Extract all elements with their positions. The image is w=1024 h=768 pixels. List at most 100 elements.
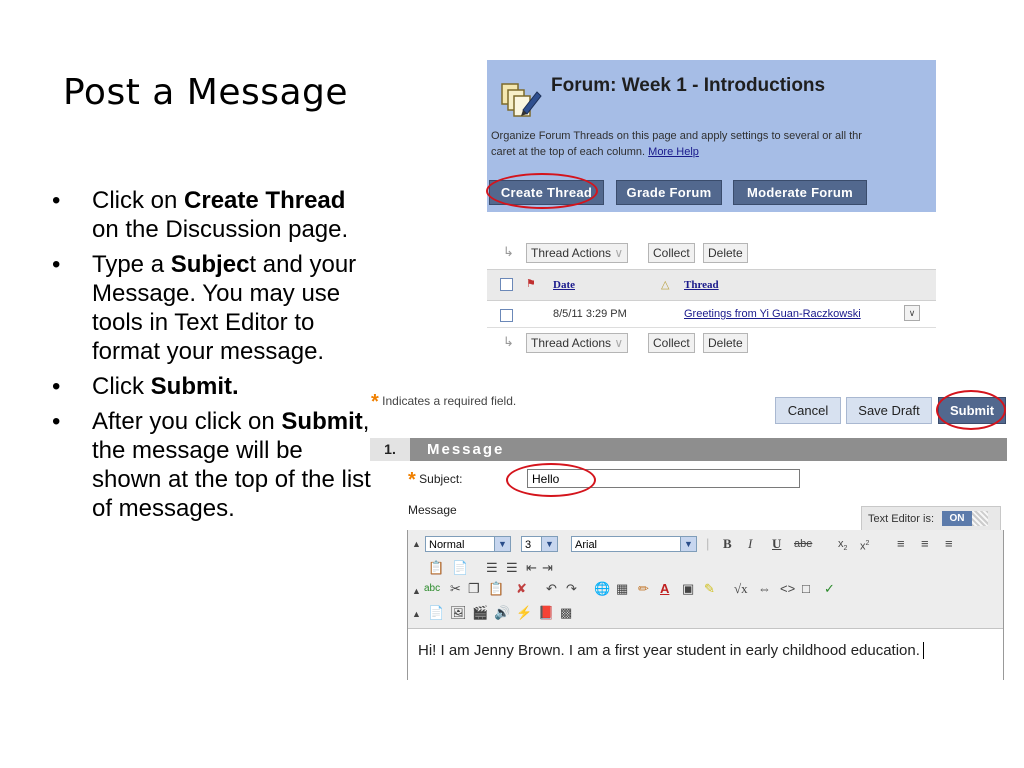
row-checkbox[interactable]: [500, 309, 513, 322]
create-thread-highlight: [486, 173, 598, 209]
pencil-icon[interactable]: ✏: [638, 581, 649, 597]
collapse-arrow-icon[interactable]: ▲: [412, 536, 421, 552]
forum-icon: [501, 83, 542, 117]
more-help-link[interactable]: More Help: [648, 146, 699, 158]
sort-ascending-icon[interactable]: △: [661, 277, 669, 293]
insert-flash-icon[interactable]: ⚡: [516, 605, 532, 621]
toolbar-divider: |: [706, 536, 710, 551]
bold-icon[interactable]: B: [723, 536, 732, 552]
bullet-dot-icon: •: [52, 187, 61, 214]
bullet-text: on the Discussion page.: [92, 216, 349, 243]
format-select[interactable]: Normal ▼: [425, 536, 511, 552]
bullet-text: Click: [92, 373, 151, 400]
flag-icon: ⚑: [526, 278, 536, 290]
spellcheck-icon[interactable]: abc: [424, 581, 440, 597]
forum-description-line2: caret at the top of each column.: [491, 146, 649, 158]
paste-word-icon[interactable]: 📄: [452, 560, 468, 576]
indent-icon[interactable]: ⇥: [542, 560, 553, 576]
highlighter-icon[interactable]: ✎: [704, 581, 715, 597]
required-note: * Indicates a required field.: [371, 391, 517, 413]
undo-icon[interactable]: ↶: [546, 581, 557, 597]
numbered-list-icon[interactable]: ☰: [486, 560, 498, 576]
link-globe-icon[interactable]: 🌐: [594, 581, 610, 597]
insert-media-icon[interactable]: 🎬: [472, 605, 488, 621]
outdent-icon[interactable]: ⇤: [526, 560, 537, 576]
attach-file-icon[interactable]: 📄: [428, 605, 444, 621]
collect-button-bottom[interactable]: Collect: [648, 333, 695, 353]
bullet-text: Submit: [281, 408, 363, 435]
italic-icon[interactable]: I: [748, 536, 752, 552]
copy-icon[interactable]: ❐: [468, 581, 480, 597]
bullet-text: Click on: [92, 187, 185, 214]
thread-actions-dropdown-bottom[interactable]: Thread Actions ∨: [526, 333, 629, 353]
thread-actions-bar-top: ↳ Thread Actions ∨ Collect Delete: [487, 242, 936, 264]
collapse-arrow-icon[interactable]: ▲: [412, 606, 421, 622]
bullet-text: Create Thread: [184, 187, 346, 214]
thread-table: ↳ Thread Actions ∨ Collect Delete ⚑ Date…: [487, 237, 936, 360]
superscript-icon[interactable]: x2: [860, 536, 869, 555]
instruction-bullet: • Type a Subject and your Message. You ma…: [52, 250, 374, 366]
redo-icon[interactable]: ↷: [566, 581, 577, 597]
moderate-forum-button[interactable]: Moderate Forum: [733, 180, 867, 205]
delete-button-top[interactable]: Delete: [703, 243, 748, 263]
align-left-icon[interactable]: ≡: [897, 536, 905, 552]
bullet-text: Submit.: [150, 373, 239, 400]
subscript-icon[interactable]: x2: [838, 536, 847, 557]
strikethrough-icon[interactable]: abe: [794, 536, 812, 552]
insert-image-icon[interactable]: 🖼: [450, 605, 467, 621]
forum-description: Organize Forum Threads on this page and …: [491, 128, 936, 160]
font-size-select[interactable]: 3 ▼: [521, 536, 558, 552]
grade-forum-button[interactable]: Grade Forum: [616, 180, 722, 205]
table-icon[interactable]: ▦: [616, 581, 628, 597]
paste-icon[interactable]: 📋: [428, 560, 444, 576]
html-code-icon[interactable]: <>: [780, 581, 795, 597]
underline-icon[interactable]: U: [772, 536, 781, 552]
forum-description-line1: Organize Forum Threads on this page and …: [491, 130, 862, 142]
insert-pdf-icon[interactable]: 📕: [538, 605, 554, 621]
align-right-icon[interactable]: ≡: [945, 536, 953, 552]
font-family-select[interactable]: Arial ▼: [571, 536, 697, 552]
collapse-arrow-icon[interactable]: ▲: [412, 583, 421, 599]
select-all-checkbox[interactable]: [500, 278, 513, 291]
arrow-down-right-icon: ↳: [503, 244, 514, 259]
bullet-dot-icon: •: [52, 373, 61, 400]
text-editor-off-button[interactable]: [972, 511, 988, 526]
row-thread-link[interactable]: Greetings from Yi Guan-Raczkowski: [684, 308, 861, 320]
subject-label: * Subject:: [408, 469, 463, 491]
instruction-bullet: • Click on Create Thread on the Discussio…: [52, 186, 374, 244]
message-label: Message: [408, 503, 457, 517]
message-section-bar: 1. Message: [370, 438, 1007, 461]
insert-audio-icon[interactable]: 🔊: [494, 605, 510, 621]
delete-button-bottom[interactable]: Delete: [703, 333, 748, 353]
editor-content[interactable]: Hi! I am Jenny Brown. I am a first year …: [418, 642, 924, 659]
instruction-list: • Click on Create Thread on the Discussio…: [52, 186, 374, 529]
slide-title: Post a Message: [63, 72, 349, 113]
mashup-icon[interactable]: ⇔: [758, 581, 771, 597]
text-color-icon[interactable]: A: [660, 581, 669, 597]
save-draft-button[interactable]: Save Draft: [846, 397, 932, 424]
row-date: 8/5/11 3:29 PM: [553, 308, 627, 320]
paste-clipboard-icon[interactable]: 📋: [488, 581, 504, 597]
cancel-button[interactable]: Cancel: [775, 397, 841, 424]
check-icon[interactable]: ✓: [824, 581, 835, 597]
row-options-icon[interactable]: ∨: [904, 305, 920, 321]
date-column-header[interactable]: Date: [553, 279, 575, 291]
text-editor-toggle: Text Editor is: ON: [861, 506, 1001, 532]
eraser-icon[interactable]: ✘: [516, 581, 527, 597]
arrow-up-right-icon: ↳: [503, 334, 514, 349]
text-editor-on-button[interactable]: ON: [942, 511, 972, 526]
bullet-list-icon[interactable]: ☰: [506, 560, 518, 576]
thread-actions-dropdown-top[interactable]: Thread Actions ∨: [526, 243, 629, 263]
align-center-icon[interactable]: ≡: [921, 536, 929, 552]
preview-icon[interactable]: □: [802, 581, 810, 597]
thread-actions-bar-bottom: ↳ Thread Actions ∨ Collect Delete: [487, 332, 936, 354]
thread-column-header[interactable]: Thread: [684, 279, 719, 291]
table-row: 8/5/11 3:29 PM Greetings from Yi Guan-Ra…: [487, 301, 936, 328]
cut-icon[interactable]: ✂: [450, 581, 461, 597]
insert-template-icon[interactable]: ▩: [560, 605, 572, 621]
text-editor: ▲ Normal ▼ 3 ▼ Arial ▼ | B I U abe x2 x2 ≡ …: [407, 530, 1004, 680]
table-header: ⚑ Date △ Thread: [487, 269, 936, 301]
math-editor-icon[interactable]: √x: [734, 581, 748, 597]
collect-button-top[interactable]: Collect: [648, 243, 695, 263]
highlight-picker-icon[interactable]: ▣: [682, 581, 694, 597]
